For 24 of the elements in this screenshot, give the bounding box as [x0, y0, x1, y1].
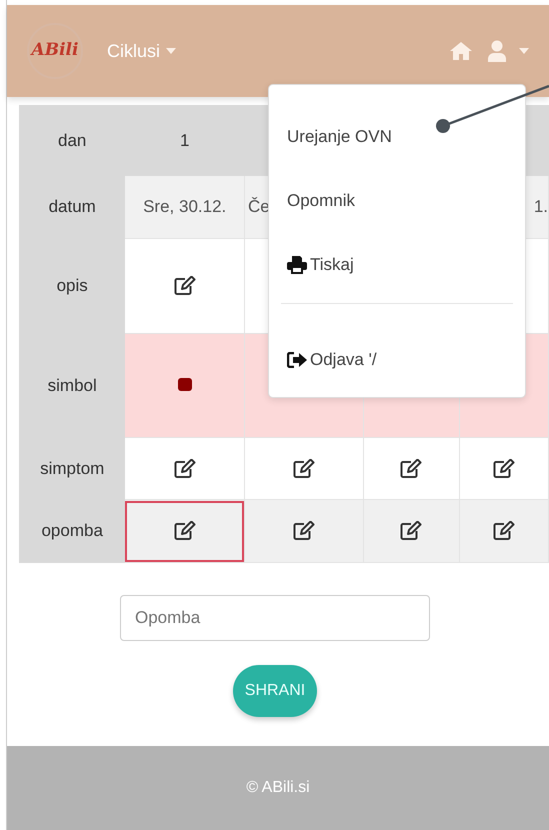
edit-icon	[400, 458, 422, 478]
edit-icon	[174, 276, 196, 296]
edit-button[interactable]	[125, 500, 244, 562]
footer-text: © ABili.si	[246, 778, 310, 798]
edit-icon	[174, 521, 196, 541]
note-field[interactable]: Opomba	[120, 595, 430, 641]
row-header: dan	[20, 106, 125, 176]
table-cell: 1	[124, 106, 244, 176]
row-header: simptom	[20, 438, 125, 500]
row-header: opis	[20, 238, 125, 334]
edit-icon	[174, 458, 196, 478]
edit-icon	[400, 521, 422, 541]
edit-icon	[492, 458, 515, 478]
edit-icon	[492, 521, 515, 541]
table-cell: Sre, 30.12.	[124, 176, 244, 238]
row-header: opomba	[20, 500, 125, 562]
menu-item[interactable]: Odjava '/	[269, 328, 377, 392]
edit-icon	[292, 458, 315, 478]
edit-icon	[292, 521, 315, 541]
printer-icon	[287, 256, 307, 274]
menu-item[interactable]: Urejanje OVN	[269, 105, 392, 169]
row-header: simbol	[20, 334, 125, 438]
logout-icon	[287, 352, 307, 368]
row-header: datum	[20, 176, 125, 238]
